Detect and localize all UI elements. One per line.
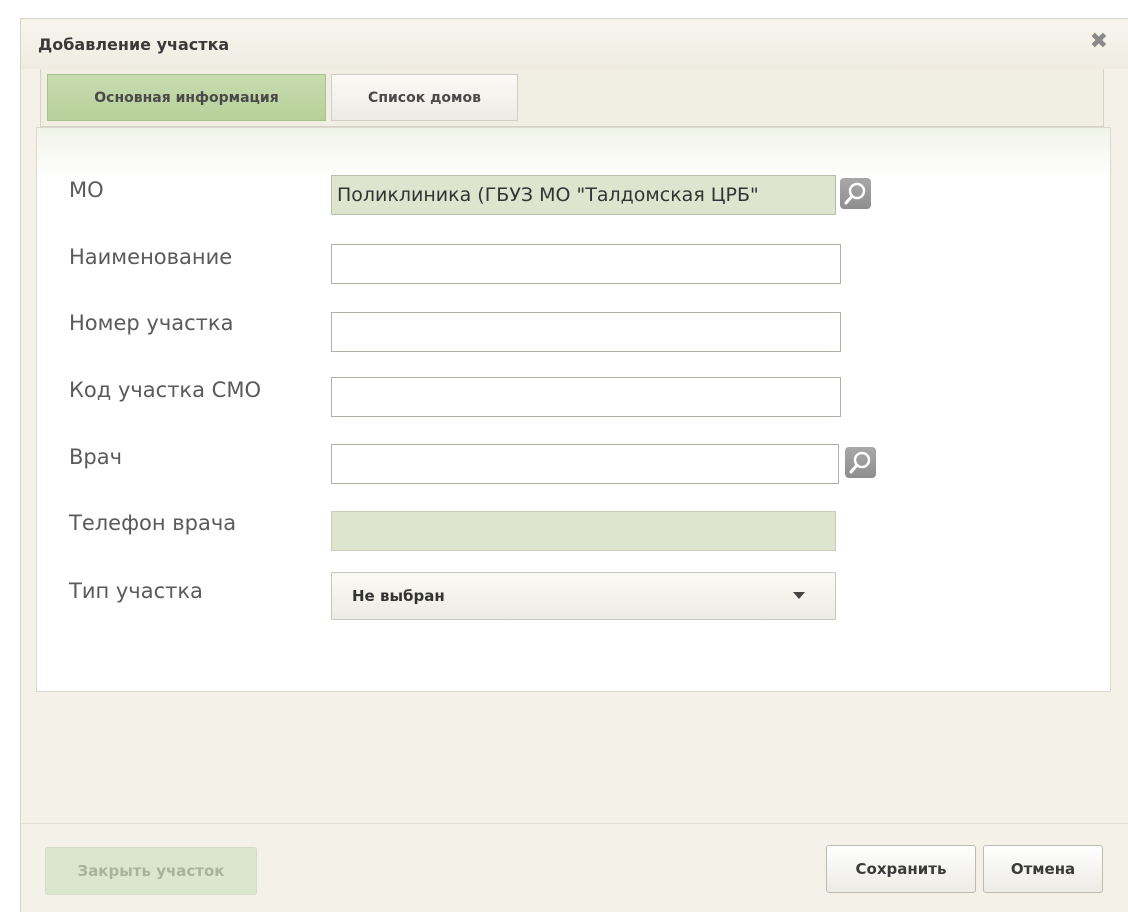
area-type-label: Тип участка	[69, 579, 203, 603]
tab-main-info[interactable]: Основная информация	[47, 74, 326, 121]
smo-code-label: Код участка СМО	[69, 378, 261, 402]
close-area-button[interactable]: Закрыть участок	[45, 847, 257, 895]
add-area-dialog: Добавление участка ✖ Основная информация…	[20, 18, 1128, 912]
dialog-titlebar: Добавление участка ✖	[21, 19, 1128, 69]
mo-field[interactable]: Поликлиника (ГБУЗ МО "Талдомская ЦРБ"	[331, 175, 836, 215]
doctor-label: Врач	[69, 445, 123, 469]
tab-house-list[interactable]: Список домов	[331, 74, 518, 121]
caret-down-icon	[793, 592, 805, 599]
save-button[interactable]: Сохранить	[826, 845, 976, 893]
search-icon	[849, 451, 871, 474]
doctor-search-button[interactable]	[845, 447, 876, 478]
name-label: Наименование	[69, 245, 233, 269]
main-info-panel: МО Поликлиника (ГБУЗ МО "Талдомская ЦРБ"…	[36, 127, 1111, 692]
area-type-select[interactable]: Не выбран	[331, 572, 836, 620]
name-input[interactable]	[331, 244, 841, 284]
mo-label: МО	[69, 178, 104, 202]
cancel-button[interactable]: Отмена	[983, 845, 1103, 893]
doctor-phone-field	[331, 511, 836, 551]
doctor-phone-label: Телефон врача	[69, 511, 237, 535]
close-icon[interactable]: ✖	[1090, 29, 1108, 54]
tab-bar: Основная информация Список домов	[40, 69, 1104, 127]
smo-code-input[interactable]	[331, 377, 841, 417]
area-number-label: Номер участка	[69, 311, 234, 335]
footer-divider	[21, 823, 1128, 824]
area-type-value: Не выбран	[352, 587, 445, 605]
mo-search-button[interactable]	[840, 178, 871, 209]
dialog-title: Добавление участка	[38, 35, 230, 54]
doctor-input[interactable]	[331, 444, 839, 484]
area-number-input[interactable]	[331, 312, 841, 352]
search-icon	[844, 182, 866, 205]
